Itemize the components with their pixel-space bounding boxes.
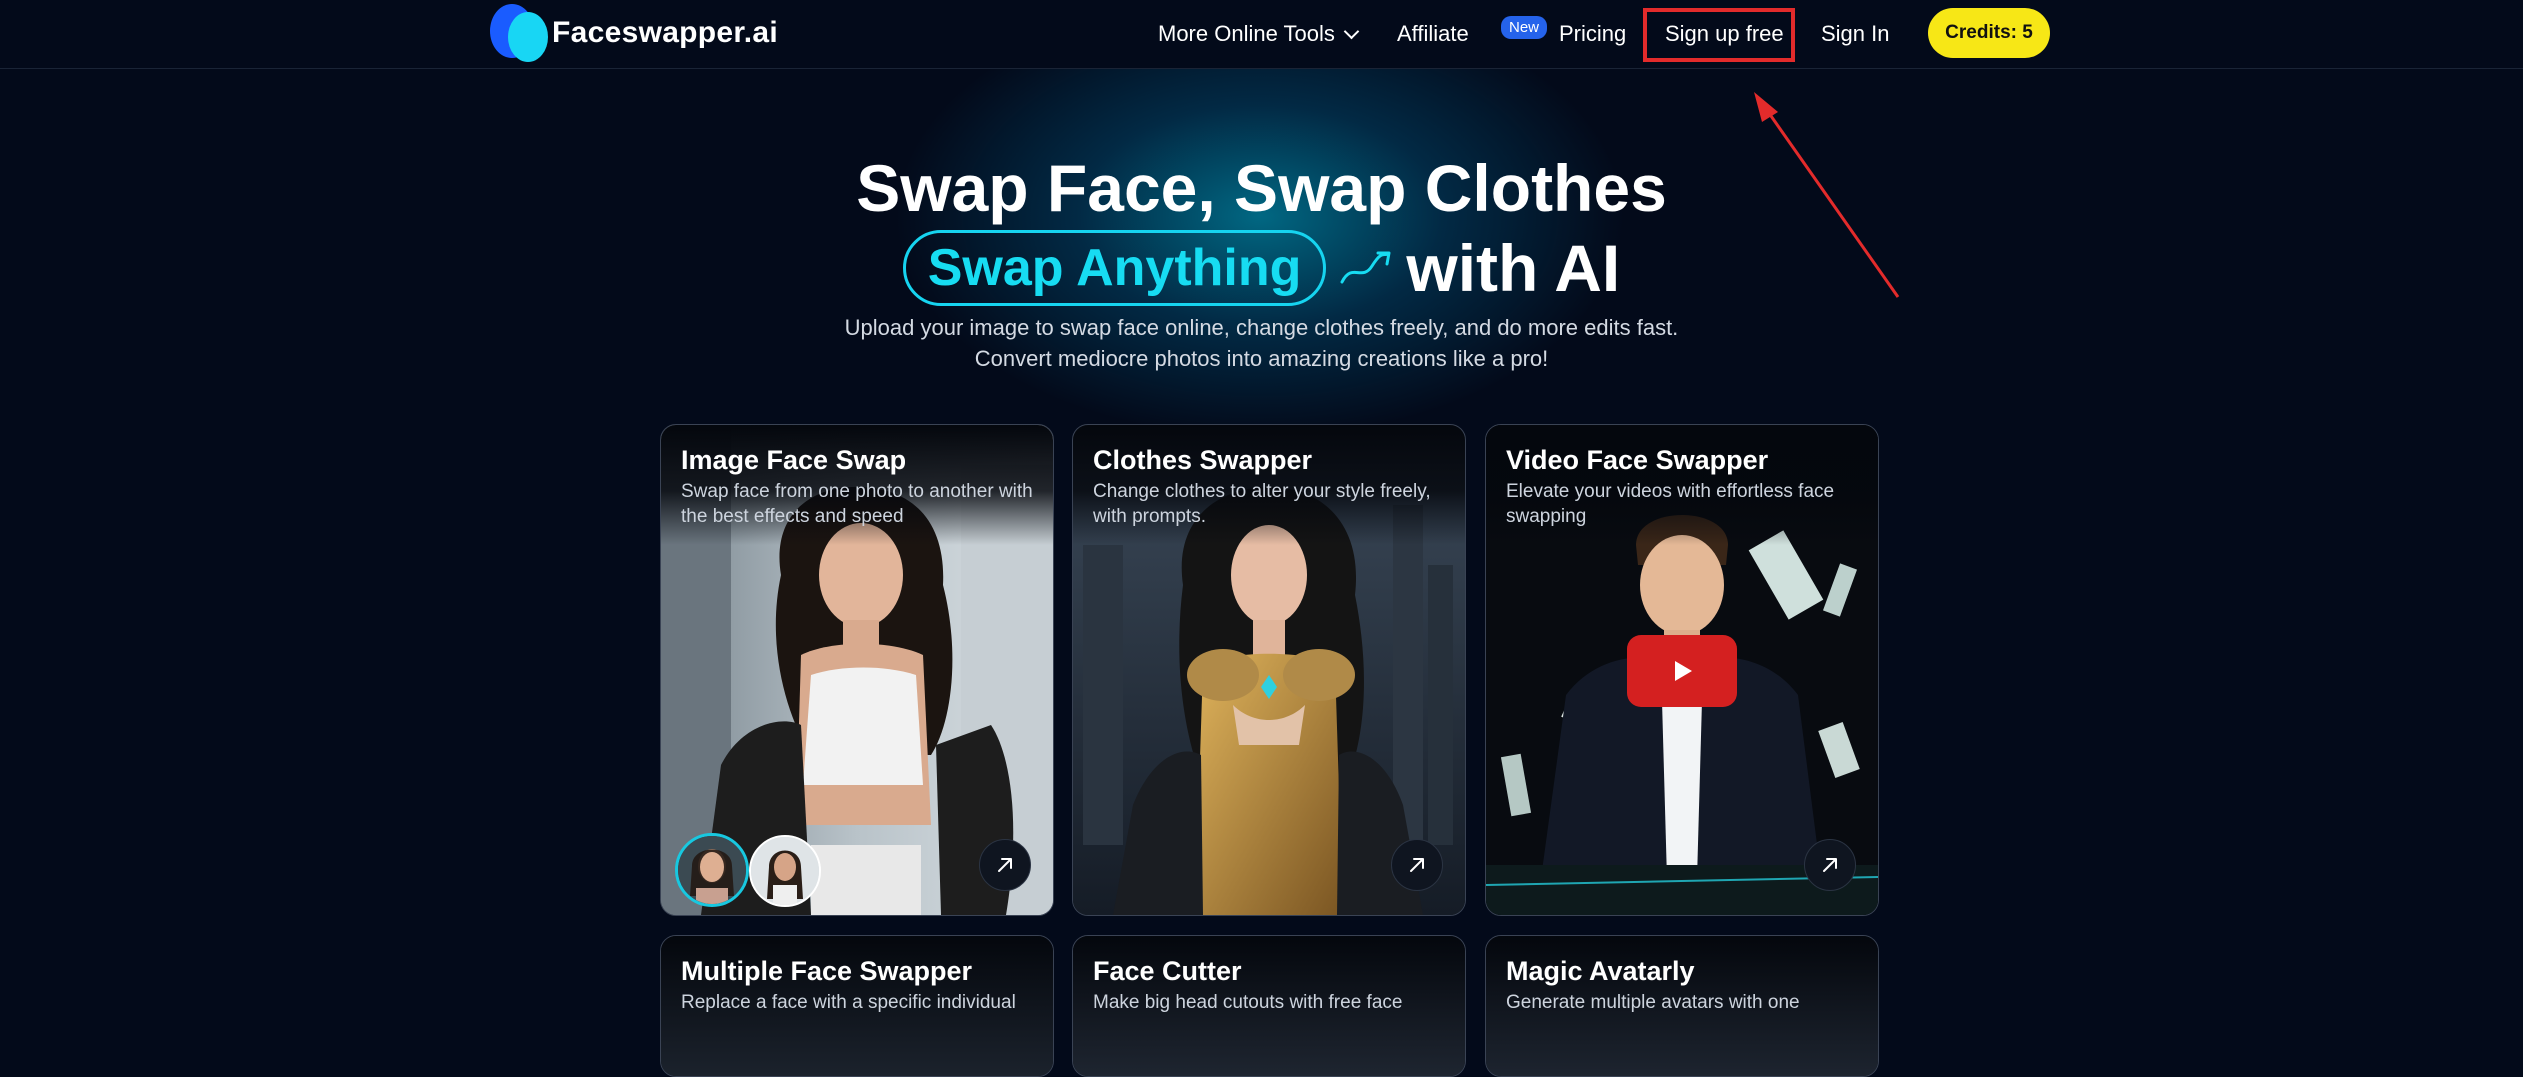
nav-affiliate[interactable]: Affiliate New: [1397, 0, 1548, 68]
top-nav: Faceswapper.ai More Online Tools Affilia…: [0, 0, 2523, 69]
hero-title-suffix: with AI: [1406, 231, 1621, 305]
arrow-up-right-icon: [1823, 858, 1837, 872]
nav-affiliate-label: Affiliate: [1397, 21, 1469, 46]
card-title: Video Face Swapper: [1506, 445, 1769, 475]
credits-button[interactable]: Credits: 5: [1928, 8, 2050, 58]
brand-logo[interactable]: Faceswapper.ai: [488, 2, 778, 64]
hero-highlight: Swap Anything: [902, 230, 1327, 306]
swoosh-arrow-icon: [1340, 251, 1391, 284]
card-video-face-swapper[interactable]: Video Face Swapper Elevate your videos w…: [1485, 424, 1879, 916]
card-clothes-swapper[interactable]: Clothes Swapper Change clothes to alter …: [1072, 424, 1466, 916]
nav-pricing[interactable]: Pricing: [1559, 0, 1626, 68]
target-face-avatar: [749, 835, 821, 907]
hero-subtitle: Upload your image to swap face online, c…: [0, 312, 2523, 374]
card-desc: Make big head cutouts with free face: [1093, 992, 1403, 1013]
card-face-cutter[interactable]: Face Cutter Make big head cutouts with f…: [1072, 935, 1466, 1077]
nav-more-tools-label: More Online Tools: [1158, 21, 1335, 46]
play-button[interactable]: [1627, 635, 1737, 707]
nav-more-tools[interactable]: More Online Tools: [1158, 0, 1360, 68]
card-title: Face Cutter: [1093, 956, 1242, 986]
new-badge: New: [1501, 16, 1548, 39]
card-desc: Generate multiple avatars with one: [1506, 992, 1800, 1013]
card-image-face-swap[interactable]: Image Face Swap Swap face from one photo…: [660, 424, 1054, 916]
card-title: Magic Avatarly: [1506, 956, 1695, 986]
card-desc: Change clothes to alter your style freel…: [1093, 481, 1431, 527]
hero-subtitle-line2: Convert mediocre photos into amazing cre…: [974, 346, 1549, 371]
card-title: Image Face Swap: [681, 445, 907, 475]
hero-title: Swap Face, Swap Clothes: [856, 151, 1667, 225]
card-multiple-face-swapper[interactable]: Multiple Face Swapper Replace a face wit…: [660, 935, 1054, 1077]
nav-pricing-label: Pricing: [1559, 21, 1627, 46]
card-desc: Replace a face with a specific individua…: [681, 992, 1016, 1013]
source-face-avatar: [675, 833, 749, 907]
card-desc: Elevate your videos with effortless face…: [1506, 481, 1835, 527]
open-card-button[interactable]: [1391, 839, 1443, 891]
brand-name: Faceswapper.ai: [552, 16, 778, 49]
signin-label: Sign In: [1821, 21, 1890, 46]
open-card-button[interactable]: [1804, 839, 1856, 891]
hero-title-line2: Swap Anything with AI: [0, 228, 2523, 308]
arrow-up-right-icon: [998, 858, 1012, 872]
hero-subtitle-line1: Upload your image to swap face online, c…: [844, 315, 1679, 340]
card-title: Clothes Swapper: [1093, 445, 1313, 475]
card-magic-avatarly[interactable]: Magic Avatarly Generate multiple avatars…: [1485, 935, 1879, 1077]
play-icon: [1675, 661, 1692, 681]
signin-button[interactable]: Sign In: [1821, 0, 1890, 68]
chevron-down-icon: [1343, 23, 1360, 39]
arrow-up-right-icon: [1410, 858, 1424, 872]
highlight-box: [1643, 8, 1795, 62]
card-desc: Swap face from one photo to another with…: [681, 481, 1033, 527]
logo-icon: [488, 2, 548, 64]
card-title: Multiple Face Swapper: [681, 956, 973, 986]
open-card-button[interactable]: [979, 839, 1031, 891]
